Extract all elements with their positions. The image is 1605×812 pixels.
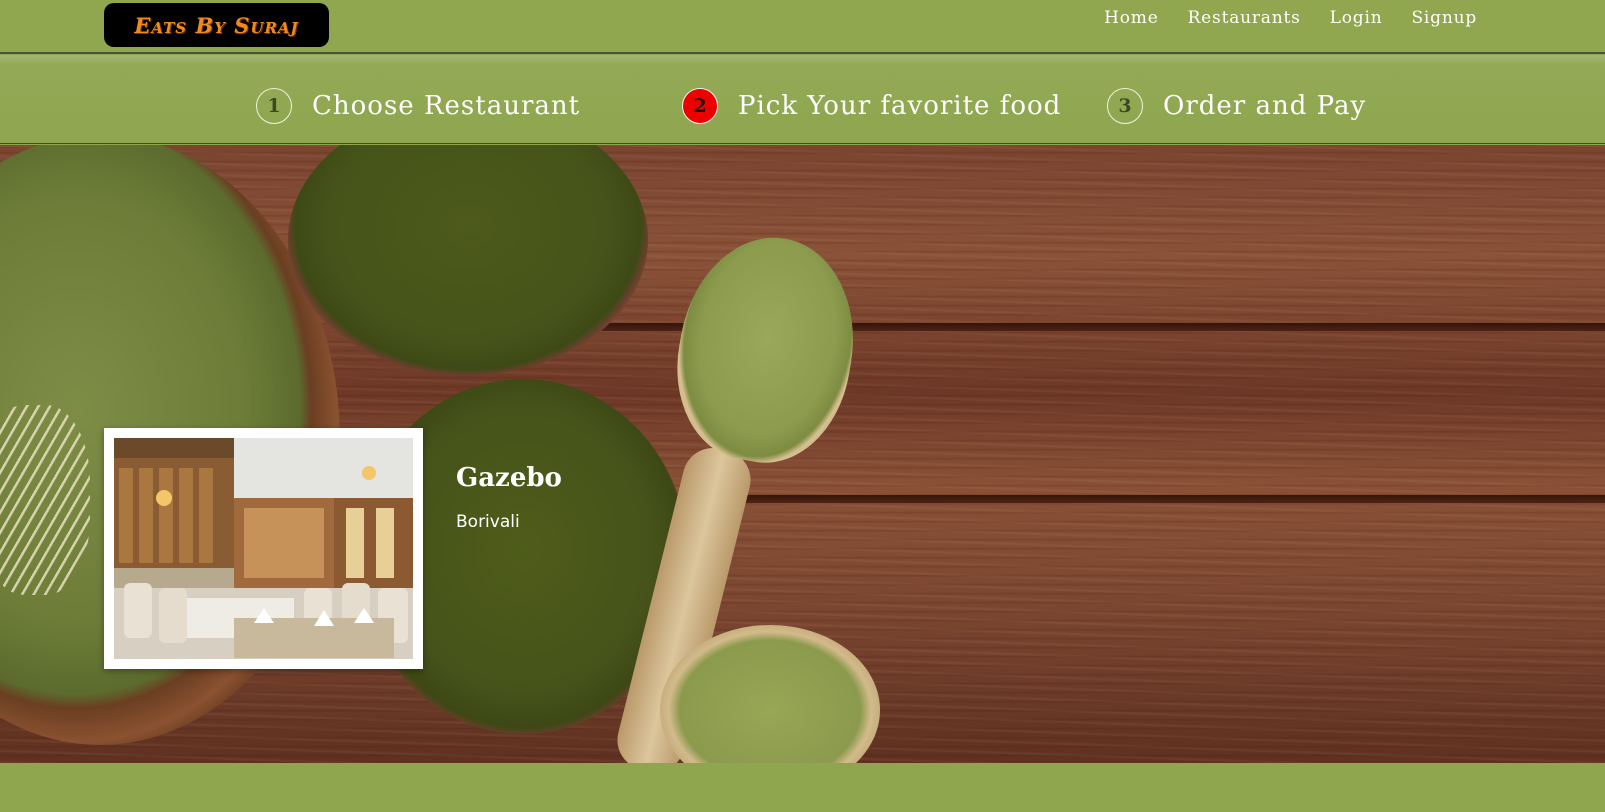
restaurant-image-card[interactable] [104, 428, 423, 669]
restaurant-interior-photo [114, 438, 413, 659]
step-label-1: Choose Restaurant [312, 91, 581, 121]
nav-link-home[interactable]: Home [1104, 8, 1158, 28]
brand-logo[interactable]: Eats By Suraj [104, 3, 329, 47]
step-choose-restaurant: 1 Choose Restaurant [256, 86, 580, 126]
step-order-pay: 3 Order and Pay [1107, 86, 1366, 126]
nav-link-signup[interactable]: Signup [1411, 8, 1477, 28]
step-label-3: Order and Pay [1163, 91, 1367, 121]
step-label-2: Pick Your favorite food [738, 91, 1062, 121]
order-steps: 1 Choose Restaurant 2 Pick Your favorite… [0, 55, 1605, 144]
nav-link-login[interactable]: Login [1330, 8, 1383, 28]
step-pick-food: 2 Pick Your favorite food [682, 86, 1061, 126]
step-number-2: 2 [682, 88, 718, 124]
step-number-1: 1 [256, 88, 292, 124]
restaurant-location: Borivali [456, 512, 520, 532]
top-navbar: Eats By Suraj Home Restaurants Login Sig… [0, 0, 1605, 54]
restaurant-interior-illustration [114, 438, 413, 659]
restaurant-name[interactable]: Gazebo [456, 463, 562, 493]
step-number-3: 3 [1107, 88, 1143, 124]
nav-links: Home Restaurants Login Signup [1104, 8, 1477, 28]
bamboo-whisk [0, 405, 90, 595]
matcha-tea-bowl [288, 145, 648, 375]
brand-name: Eats By Suraj [134, 12, 299, 38]
nav-link-restaurants[interactable]: Restaurants [1188, 8, 1301, 28]
wooden-spoon-matcha [661, 223, 871, 476]
